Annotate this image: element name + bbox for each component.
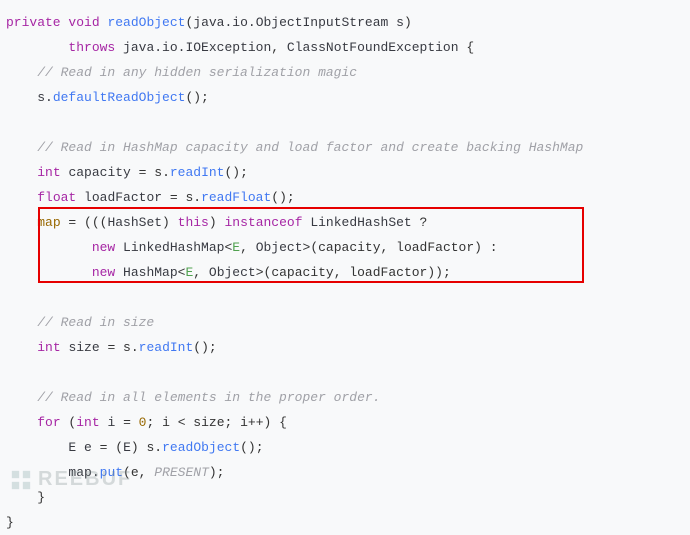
type-linkedhashset: LinkedHashSet xyxy=(310,215,411,230)
text: = s. xyxy=(162,190,201,205)
comment-1: // Read in any hidden serialization magi… xyxy=(37,65,357,80)
type-E-cast: E xyxy=(123,440,131,455)
text: = ( xyxy=(92,440,123,455)
exception-2: ClassNotFoundException xyxy=(287,40,459,55)
constant-present: PRESENT xyxy=(154,465,209,480)
method-call: readObject xyxy=(162,440,240,455)
keyword-void: void xyxy=(68,15,99,30)
keyword-new: new xyxy=(92,240,115,255)
text: (e, xyxy=(123,465,154,480)
keyword-int: int xyxy=(37,165,60,180)
generic-e: E xyxy=(185,265,193,280)
method-call: readFloat xyxy=(201,190,271,205)
method-name: readObject xyxy=(107,15,185,30)
literal-zero: 0 xyxy=(139,415,147,430)
exception-1: java.io.IOException xyxy=(123,40,271,55)
keyword-float: float xyxy=(37,190,76,205)
method-call: defaultReadObject xyxy=(53,90,186,105)
type-linkedhashmap: LinkedHashMap xyxy=(123,240,224,255)
keyword-private: private xyxy=(6,15,61,30)
keyword-for: for xyxy=(37,415,60,430)
text: = s. xyxy=(100,340,139,355)
type-hashmap: HashMap xyxy=(123,265,178,280)
text: = s. xyxy=(131,165,170,180)
generic-object: Object xyxy=(256,240,303,255)
keyword-instanceof: instanceof xyxy=(224,215,302,230)
keyword-this: this xyxy=(178,215,209,230)
keyword-int: int xyxy=(76,415,99,430)
comment-2: // Read in HashMap capacity and load fac… xyxy=(37,140,583,155)
code-snippet: private void readObject(java.io.ObjectIn… xyxy=(6,10,690,535)
type-hashset: HashSet xyxy=(107,215,162,230)
comment-4: // Read in all elements in the proper or… xyxy=(37,390,380,405)
keyword-new: new xyxy=(92,265,115,280)
text: = ((( xyxy=(61,215,108,230)
var-map: map. xyxy=(68,465,99,480)
var-e: e xyxy=(84,440,92,455)
param-type: java.io.ObjectInputStream xyxy=(193,15,388,30)
type-E: E xyxy=(68,440,76,455)
expr: s. xyxy=(37,90,53,105)
comment-3: // Read in size xyxy=(37,315,154,330)
keyword-throws: throws xyxy=(68,40,115,55)
method-call: put xyxy=(100,465,123,480)
method-call: readInt xyxy=(139,340,194,355)
generic-e: E xyxy=(232,240,240,255)
var-capacity: capacity xyxy=(68,165,130,180)
text: ) s. xyxy=(131,440,162,455)
generic-object: Object xyxy=(209,265,256,280)
var-i: i xyxy=(107,415,115,430)
text: (capacity, loadFactor) : xyxy=(310,240,497,255)
keyword-int: int xyxy=(37,340,60,355)
method-call: readInt xyxy=(170,165,225,180)
param-name: s xyxy=(396,15,404,30)
var-map: map xyxy=(37,215,60,230)
text: (capacity, loadFactor)); xyxy=(264,265,451,280)
var-loadfactor: loadFactor xyxy=(84,190,162,205)
var-size: size xyxy=(68,340,99,355)
